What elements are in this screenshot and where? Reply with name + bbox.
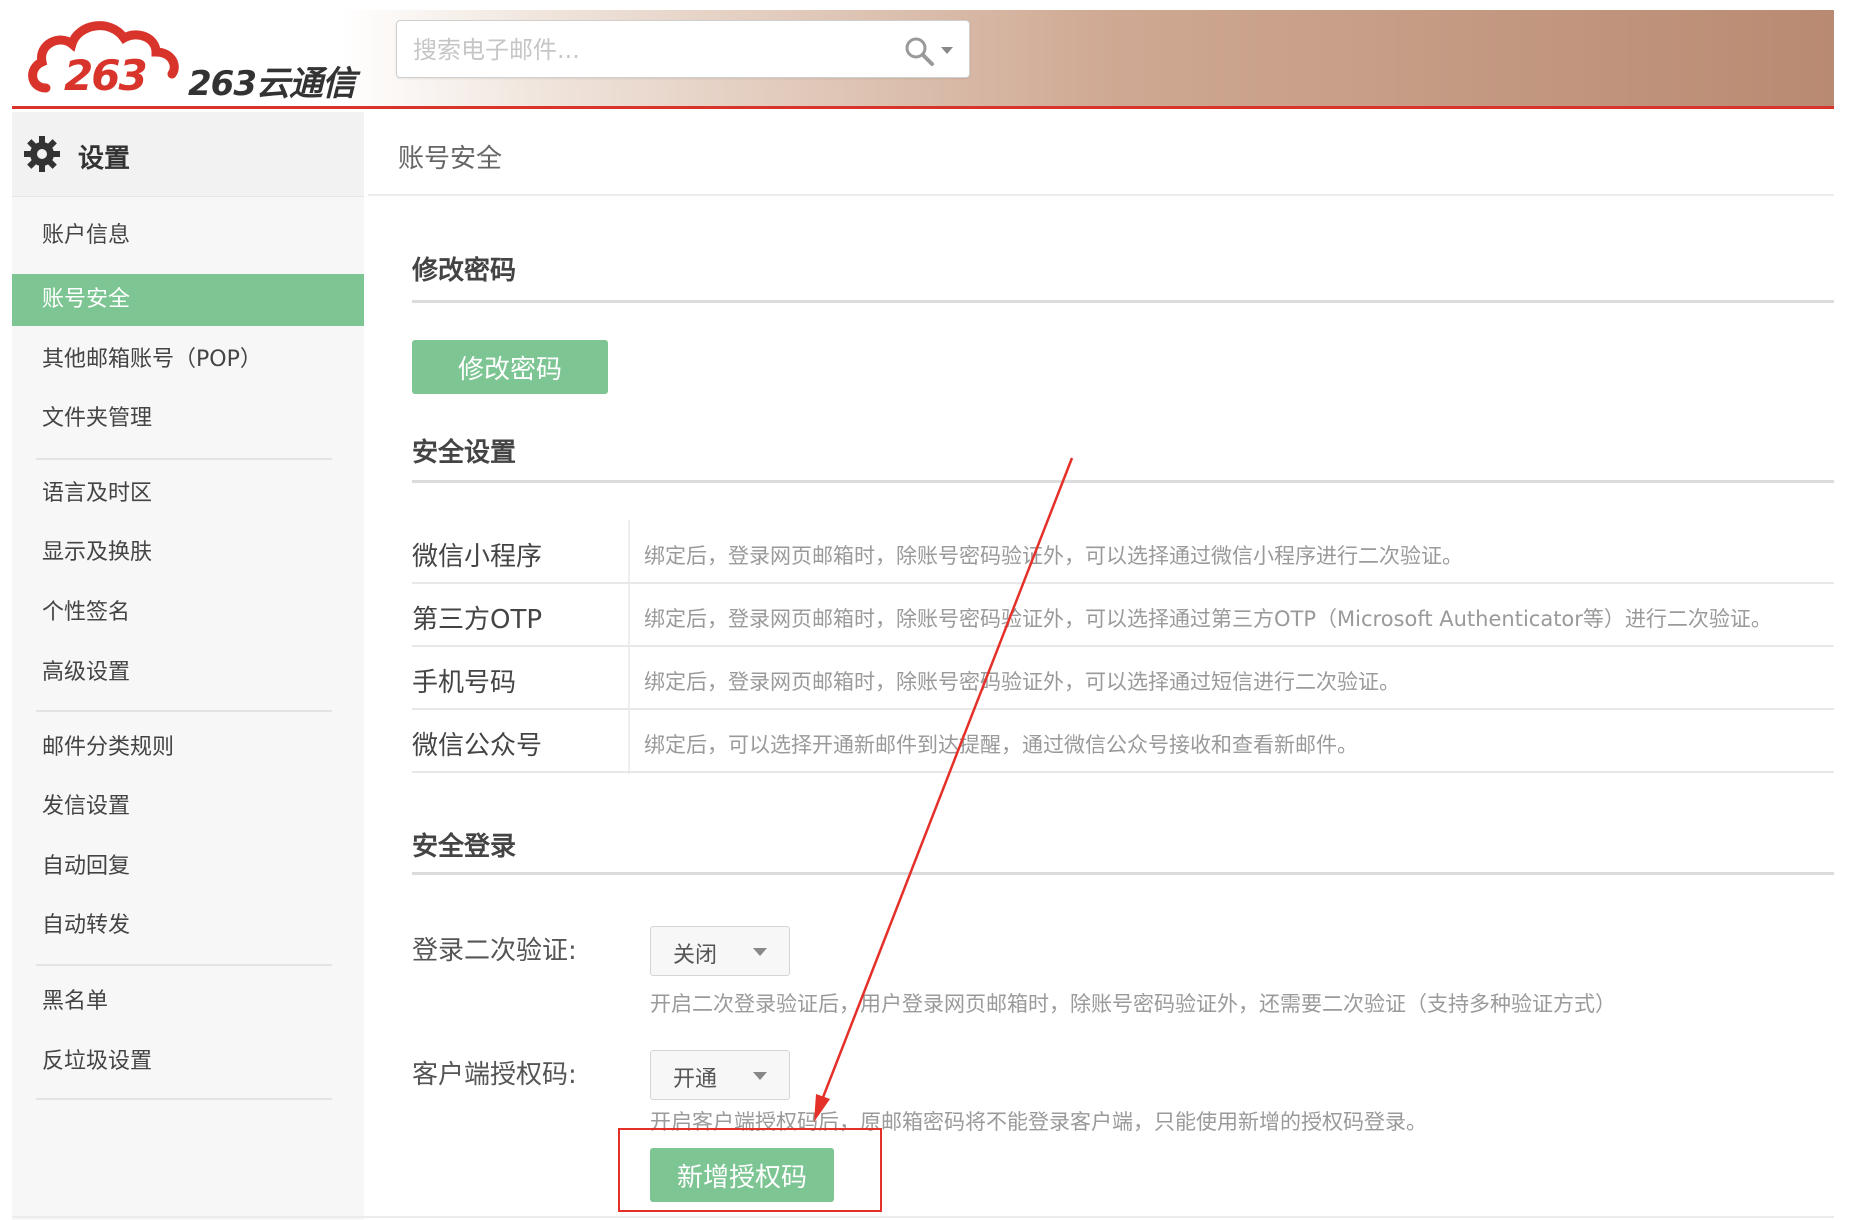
two-factor-value: 关闭	[673, 943, 718, 968]
row-divider	[412, 645, 1834, 647]
sidebar-item-advanced[interactable]: 高级设置	[12, 647, 364, 699]
sidebar-item-antispam[interactable]: 反垃圾设置	[12, 1036, 364, 1088]
sidebar-divider	[36, 458, 332, 460]
security-row-wechat-miniprogram-label[interactable]: 微信小程序	[412, 536, 542, 573]
section-divider	[412, 480, 1834, 483]
svg-text:263: 263	[64, 51, 146, 98]
sidebar-item-pop-accounts[interactable]: 其他邮箱账号（POP）	[12, 334, 364, 386]
row-divider	[412, 771, 1834, 773]
security-row-wechat-official-label[interactable]: 微信公众号	[412, 725, 542, 762]
sidebar-divider	[36, 964, 332, 966]
security-row-wechat-official-desc: 绑定后，可以选择开通新邮件到达提醒，通过微信公众号接收和查看新邮件。	[644, 733, 1358, 757]
sidebar-item-mail-rules[interactable]: 邮件分类规则	[12, 722, 364, 774]
security-row-phone-desc: 绑定后，登录网页邮箱时，除账号密码验证外，可以选择通过短信进行二次验证。	[644, 670, 1400, 694]
top-header: 263 263云通信	[12, 10, 1834, 109]
security-row-otp-desc: 绑定后，登录网页邮箱时，除账号密码验证外，可以选择通过第三方OTP（Micros…	[644, 607, 1772, 631]
section-title-secure-login: 安全登录	[412, 832, 517, 862]
search-input[interactable]	[411, 31, 885, 69]
sidebar-title: 设置	[78, 144, 131, 174]
row-divider	[412, 582, 1834, 584]
section-title-change-password: 修改密码	[412, 256, 517, 286]
sidebar-item-account-security[interactable]: 账号安全	[12, 274, 364, 326]
security-row-wechat-miniprogram-desc: 绑定后，登录网页邮箱时，除账号密码验证外，可以选择通过微信小程序进行二次验证。	[644, 544, 1463, 568]
logo-text: 263云通信	[188, 64, 356, 104]
sidebar-item-display-skin[interactable]: 显示及换肤	[12, 527, 364, 579]
column-divider	[628, 520, 630, 774]
sidebar-item-account-info[interactable]: 账户信息	[12, 210, 364, 262]
gear-icon	[24, 136, 60, 172]
sidebar-divider	[36, 710, 332, 712]
search-box[interactable]	[396, 20, 970, 78]
client-auth-value: 开通	[673, 1067, 718, 1092]
chevron-down-icon	[753, 948, 767, 956]
settings-sidebar: 设置 账户信息 账号安全 其他邮箱账号（POP） 文件夹管理 语言及时区 显示及…	[12, 112, 364, 1220]
two-factor-label: 登录二次验证:	[412, 936, 577, 966]
chevron-down-icon[interactable]	[941, 47, 953, 54]
sidebar-item-signature[interactable]: 个性签名	[12, 587, 364, 639]
sidebar-item-folders[interactable]: 文件夹管理	[12, 393, 364, 445]
security-row-otp-label[interactable]: 第三方OTP	[412, 599, 542, 636]
search-icon[interactable]	[903, 35, 935, 67]
two-factor-hint: 开启二次登录验证后，用户登录网页邮箱时，除账号密码验证外，还需要二次验证（支持多…	[650, 992, 1616, 1016]
sidebar-divider	[36, 1098, 332, 1100]
page-title: 账号安全	[398, 144, 503, 174]
bottom-divider	[12, 1216, 1834, 1218]
annotation-highlight-box	[618, 1128, 882, 1212]
sidebar-item-send-settings[interactable]: 发信设置	[12, 781, 364, 833]
client-auth-select[interactable]: 开通	[650, 1050, 790, 1100]
section-divider	[412, 300, 1834, 303]
sidebar-header: 设置	[12, 112, 364, 197]
change-password-button[interactable]: 修改密码	[412, 340, 608, 394]
sidebar-item-auto-reply[interactable]: 自动回复	[12, 841, 364, 893]
two-factor-select[interactable]: 关闭	[650, 926, 790, 976]
main-title-bar: 账号安全	[368, 112, 1834, 196]
security-row-phone-label[interactable]: 手机号码	[412, 662, 516, 699]
section-title-security-settings: 安全设置	[412, 438, 517, 468]
sidebar-item-blacklist[interactable]: 黑名单	[12, 976, 364, 1028]
section-divider	[412, 872, 1834, 875]
sidebar-item-auto-forward[interactable]: 自动转发	[12, 900, 364, 952]
client-auth-label: 客户端授权码:	[412, 1060, 577, 1090]
sidebar-item-language-timezone[interactable]: 语言及时区	[12, 468, 364, 520]
chevron-down-icon	[753, 1072, 767, 1080]
row-divider	[412, 708, 1834, 710]
